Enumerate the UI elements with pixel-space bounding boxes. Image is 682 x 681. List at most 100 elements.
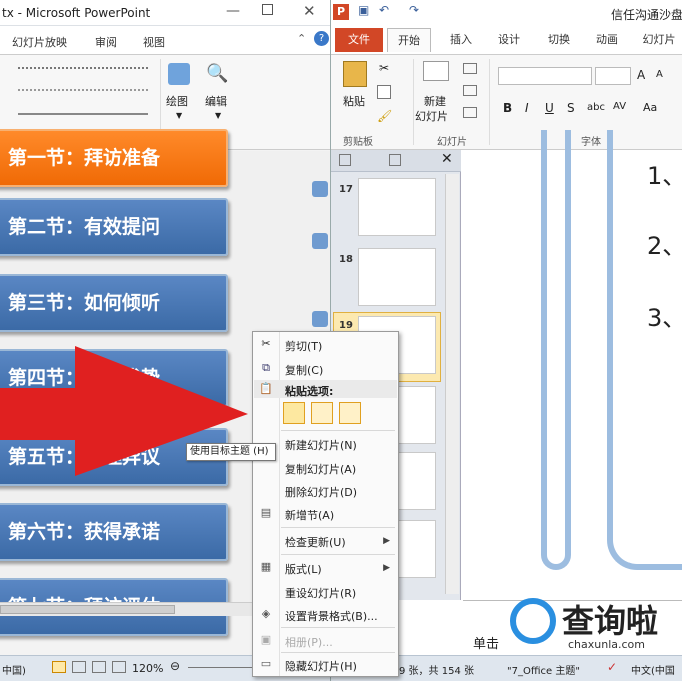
left-window-title: tx - Microsoft PowerPoint <box>2 6 151 20</box>
tab-slideshow-right[interactable]: 幻灯片 <box>635 28 682 52</box>
slide-thumbnail-17[interactable] <box>358 178 436 236</box>
menu-add-section[interactable]: 新增节(A) <box>285 507 334 523</box>
pane-tabs: ✕ <box>331 150 461 172</box>
section-button-3[interactable]: 第三节：如何倾听 <box>0 274 228 332</box>
tab-insert[interactable]: 插入 <box>439 28 483 52</box>
undo-icon[interactable]: ↶ <box>379 3 389 17</box>
menu-duplicate-slide[interactable]: 复制幻灯片(A) <box>285 461 356 477</box>
underline-icon[interactable]: U <box>545 101 554 115</box>
slide-number-1: 1、 <box>647 162 682 190</box>
copy-icon[interactable] <box>377 85 391 99</box>
save-icon[interactable]: ▣ <box>358 3 369 17</box>
minimize-button[interactable]: — <box>226 3 240 19</box>
slide-thumbnail-18[interactable] <box>358 248 436 306</box>
font-name-select[interactable] <box>498 67 592 85</box>
group-clipboard-label: 剪贴板 <box>343 137 373 148</box>
album-icon: ▣ <box>260 633 272 646</box>
thumb-number: 19 <box>339 320 353 331</box>
thumb-number: 18 <box>339 254 353 265</box>
shadow-icon[interactable]: S <box>567 101 575 115</box>
layout-icon[interactable] <box>463 63 477 74</box>
help-icon[interactable]: ? <box>314 31 329 46</box>
tab-design[interactable]: 设计 <box>487 28 531 52</box>
watermark-logo-icon <box>510 598 556 644</box>
tab-review[interactable]: 审阅 <box>95 34 117 50</box>
slideshow-view-icon[interactable] <box>112 661 126 673</box>
strikethrough-icon[interactable]: abc <box>587 102 605 113</box>
paste-button[interactable]: 粘贴 <box>343 93 365 109</box>
grow-font-icon[interactable]: A <box>637 68 645 82</box>
menu-cut[interactable]: 剪切(T) <box>285 338 322 354</box>
menu-delete-slide[interactable]: 删除幻灯片(D) <box>285 484 357 500</box>
sorter-view-icon[interactable] <box>72 661 86 673</box>
new-slide-label-2[interactable]: 幻灯片 <box>415 108 448 124</box>
shrink-font-icon[interactable]: A <box>656 69 663 80</box>
close-pane-icon[interactable]: ✕ <box>441 151 453 167</box>
outline-tab-icon[interactable] <box>389 154 401 166</box>
tab-transitions[interactable]: 切换 <box>537 28 581 52</box>
paste-icon: 📋 <box>259 382 273 395</box>
edit-button[interactable]: 编辑 <box>205 93 227 109</box>
tab-file[interactable]: 文件 <box>335 28 383 52</box>
menu-format-background[interactable]: 设置背景格式(B)... <box>285 608 378 624</box>
bold-icon[interactable]: B <box>503 101 512 115</box>
italic-icon[interactable]: I <box>525 101 529 115</box>
paragraph-tools[interactable] <box>8 65 158 125</box>
main-slide-area[interactable]: 1、 2、 3、 <box>463 130 682 600</box>
group-font-label: 字体 <box>581 137 601 148</box>
menu-new-slide[interactable]: 新建幻灯片(N) <box>285 437 357 453</box>
menu-check-updates[interactable]: 检查更新(U) <box>285 534 346 550</box>
reading-view-icon[interactable] <box>92 661 106 673</box>
redo-icon[interactable]: ↷ <box>409 3 419 17</box>
chevron-up-icon[interactable]: ⌃ <box>297 32 306 45</box>
section-icon[interactable] <box>463 107 477 118</box>
shapes-icon[interactable] <box>168 63 190 85</box>
char-spacing-icon[interactable]: AV <box>613 101 626 112</box>
new-slide-label-1[interactable]: 新建 <box>424 93 446 109</box>
notes-placeholder: 单击 <box>473 637 500 652</box>
tab-slideshow[interactable]: 幻灯片放映 <box>12 34 67 50</box>
hide-icon: ▭ <box>260 657 272 670</box>
menu-copy[interactable]: 复制(C) <box>285 362 323 378</box>
group-slides-label: 幻灯片 <box>437 137 467 148</box>
tab-animations[interactable]: 动画 <box>585 28 629 52</box>
change-case-icon[interactable]: Aa <box>643 101 657 114</box>
menu-layout[interactable]: 版式(L) <box>285 561 322 577</box>
maximize-button[interactable] <box>262 4 273 15</box>
draw-button[interactable]: 绘图 <box>166 93 188 109</box>
paste-use-destination-theme-icon[interactable] <box>283 402 305 424</box>
paste-keep-formatting-icon[interactable] <box>311 402 333 424</box>
chevron-down-icon[interactable]: ▼ <box>176 111 182 120</box>
powerpoint-logo-icon: P <box>333 4 349 20</box>
paste-picture-icon[interactable] <box>339 402 361 424</box>
section-button-1[interactable]: 第一节：拜访准备 <box>0 129 228 187</box>
close-button[interactable]: ✕ <box>303 2 316 20</box>
font-size-select[interactable] <box>595 67 631 85</box>
reset-icon[interactable] <box>463 85 477 96</box>
spellcheck-icon[interactable]: ✓ <box>607 660 617 674</box>
slide-number-3: 3、 <box>647 304 682 332</box>
slides-tab-icon[interactable] <box>339 154 351 166</box>
menu-reset-slide[interactable]: 重设幻灯片(R) <box>285 585 356 601</box>
menu-hide-slide[interactable]: 隐藏幻灯片(H) <box>285 658 357 674</box>
tab-view[interactable]: 视图 <box>143 34 165 50</box>
copy-icon: ⧉ <box>262 361 270 374</box>
new-slide-icon[interactable] <box>423 61 449 81</box>
thumbnail-scrollbar[interactable] <box>445 174 459 594</box>
submenu-arrow-icon: ▶ <box>383 536 390 546</box>
zoom-out-icon[interactable]: ⊖ <box>170 659 180 673</box>
zoom-level[interactable]: 120% <box>132 662 163 675</box>
paste-icon[interactable] <box>343 61 367 87</box>
chevron-down-icon[interactable]: ▼ <box>215 111 221 120</box>
format-painter-icon[interactable]: 🖌 <box>377 109 392 123</box>
section-button-2[interactable]: 第二节：有效提问 <box>0 198 228 256</box>
binoculars-icon[interactable]: 🔍 <box>206 63 228 84</box>
tab-home[interactable]: 开始 <box>387 28 431 52</box>
background-icon: ◈ <box>261 607 271 620</box>
section-button-6[interactable]: 第六节：获得承诺 <box>0 503 228 561</box>
slide-frame-right <box>607 130 682 570</box>
cut-icon[interactable]: ✂ <box>379 61 389 75</box>
status-language-right: 中文(中国 <box>631 666 675 677</box>
normal-view-icon[interactable] <box>52 661 66 673</box>
scissors-icon: ✂ <box>261 337 271 350</box>
